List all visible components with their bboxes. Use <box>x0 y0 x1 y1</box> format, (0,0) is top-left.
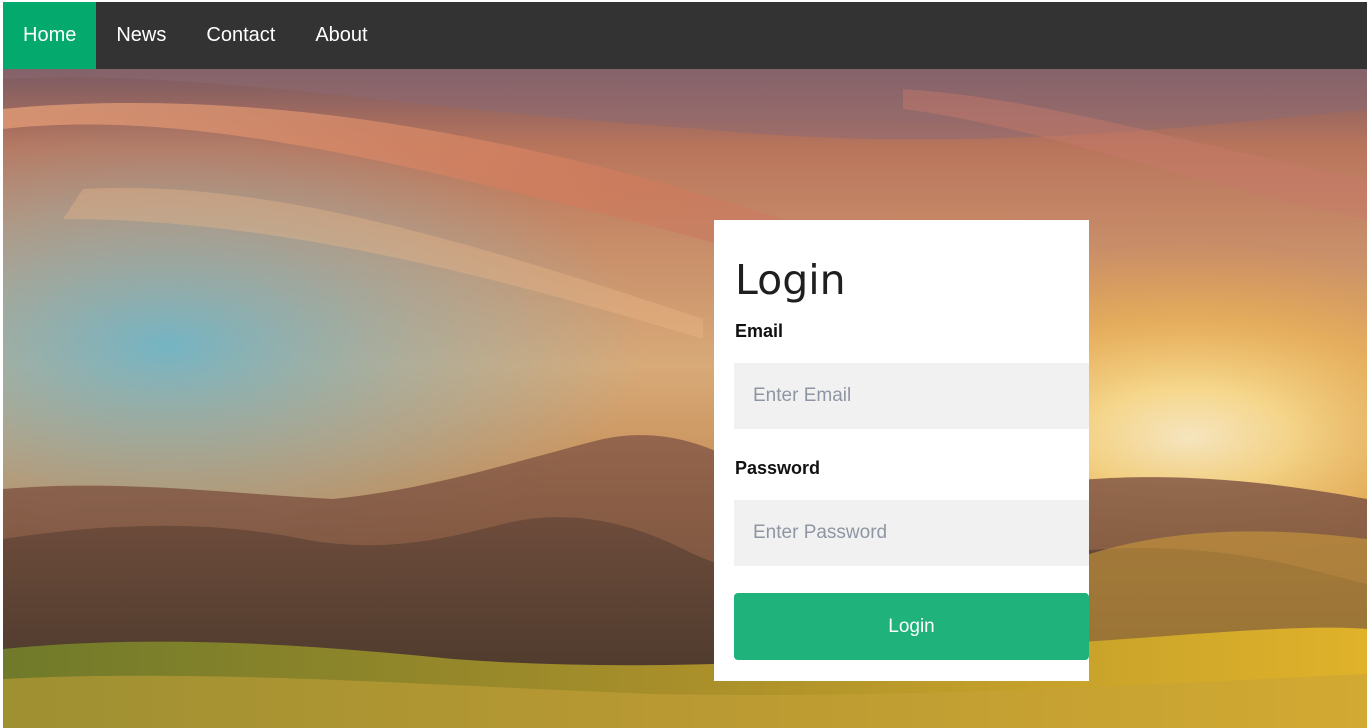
nav-contact-link[interactable]: Contact <box>186 2 295 69</box>
login-button[interactable]: Login <box>734 593 1089 660</box>
login-title: Login <box>735 256 846 304</box>
email-input[interactable] <box>734 363 1089 429</box>
nav-home-link[interactable]: Home <box>3 2 97 69</box>
page-frame: Home News Contact About Login Email Ente… <box>3 2 1367 728</box>
nav-news-link[interactable]: News <box>96 2 186 69</box>
nav-about-link[interactable]: About <box>295 2 387 69</box>
top-navigation-bar: Home News Contact About <box>3 2 1367 69</box>
password-label: Password <box>735 458 821 478</box>
login-form-card: Login Email Password Login <box>714 220 1089 681</box>
password-input[interactable] <box>734 500 1089 566</box>
email-label: Email <box>735 321 784 341</box>
sunset-background-image <box>3 69 1367 728</box>
